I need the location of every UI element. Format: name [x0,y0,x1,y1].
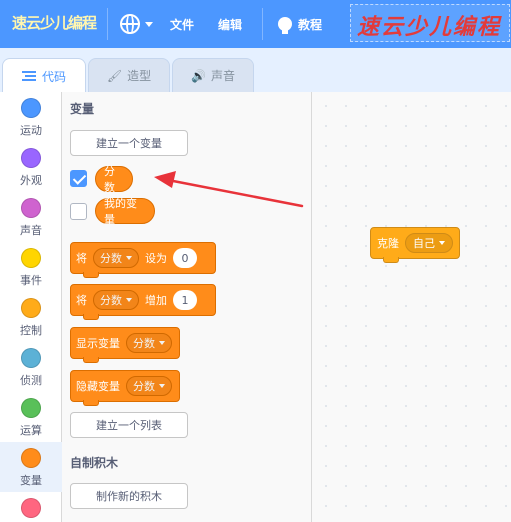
tab-code[interactable]: 代码 [2,58,86,93]
block-palette: 变量 建立一个变量 分数 我的变量 将 分数 设为 0 将 分数 增加 1 显示… [62,92,312,522]
change-variable-block[interactable]: 将 分数 增加 1 [70,284,216,320]
create-clone-block[interactable]: 克隆 自己 [370,227,460,263]
code-icon [21,71,36,81]
category-operators[interactable]: 运算 [0,392,62,442]
category-sensing[interactable]: 侦测 [0,342,62,392]
script-area[interactable]: 克隆 自己 [312,92,511,522]
dropdown-value: 分数 [133,380,155,393]
my-blocks-icon [21,498,41,518]
menu-divider [107,8,108,40]
language-menu[interactable] [120,0,153,48]
dropdown-value: 自己 [413,237,435,250]
tab-sounds[interactable]: 🔊 声音 [172,58,254,92]
edit-menu[interactable]: 编辑 [218,0,242,48]
annotation-arrow-icon [154,171,304,208]
make-block-button[interactable]: 制作新的积木 [70,483,188,509]
category-variables[interactable]: 变量 [0,442,62,492]
tab-costumes[interactable]: 🖌 造型 [88,58,170,92]
dropdown-value: 分数 [133,337,155,350]
tab-label: 造型 [127,69,152,83]
block-text: 隐藏变量 [76,380,120,393]
block-text: 增加 [145,294,167,307]
variable-dropdown[interactable]: 分数 [93,290,139,310]
make-list-button[interactable]: 建立一个列表 [70,412,188,438]
my-blocks-title: 自制积木 [70,456,119,470]
tutorials-menu[interactable]: 教程 [278,0,322,48]
speaker-icon: 🔊 [191,68,206,83]
chevron-down-icon [126,298,132,302]
chevron-down-icon [145,21,153,27]
category-label: 运算 [20,424,42,437]
category-menu: 运动 外观 声音 事件 控制 侦测 运算 变量 [0,92,62,522]
menu-bar: 速云少儿编程 文件 编辑 教程 速云少儿编程 [0,0,511,48]
sensing-icon [21,348,41,368]
logo[interactable]: 速云少儿编程 [12,12,97,36]
file-menu[interactable]: 文件 [170,0,194,48]
category-label: 运动 [20,124,42,137]
block-text: 设为 [145,252,167,265]
category-events[interactable]: 事件 [0,242,62,292]
block-text: 克隆 [377,237,399,250]
chevron-down-icon [159,341,165,345]
project-title-field[interactable]: 速云少儿编程 [350,4,510,42]
variable-dropdown[interactable]: 分数 [126,376,172,396]
category-my-blocks[interactable] [0,492,62,522]
variable-reporter[interactable]: 我的变量 [95,197,155,226]
motion-icon [21,98,41,118]
dropdown-value: 分数 [100,294,122,307]
chevron-down-icon [159,384,165,388]
value-input[interactable]: 0 [173,248,197,268]
make-variable-button[interactable]: 建立一个变量 [70,130,188,156]
variable-checkbox[interactable] [70,170,87,187]
category-label: 侦测 [20,374,42,387]
category-label: 事件 [20,274,42,287]
block-text: 将 [76,294,87,307]
category-control[interactable]: 控制 [0,292,62,342]
looks-icon [21,148,41,168]
events-icon [21,248,41,268]
editor-tabs: 代码 🖌 造型 🔊 声音 [0,48,511,93]
variables-title: 变量 [70,102,95,116]
block-text: 将 [76,252,87,265]
tab-label: 声音 [210,69,235,83]
globe-icon [120,14,140,34]
category-label: 变量 [20,474,42,487]
variable-dropdown[interactable]: 分数 [126,333,172,353]
lightbulb-icon [278,17,292,34]
category-motion[interactable]: 运动 [0,92,62,142]
category-looks[interactable]: 外观 [0,142,62,192]
category-sound[interactable]: 声音 [0,192,62,242]
chevron-down-icon [439,241,445,245]
value-input[interactable]: 1 [173,290,197,310]
category-label: 控制 [20,324,42,337]
category-label: 外观 [20,174,42,187]
set-variable-block[interactable]: 将 分数 设为 0 [70,242,216,278]
tutorials-label: 教程 [298,17,323,32]
control-icon [21,298,41,318]
variable-dropdown[interactable]: 分数 [93,248,139,268]
variables-icon [21,448,41,468]
clone-target-dropdown[interactable]: 自己 [405,233,453,253]
variable-checkbox[interactable] [70,203,87,220]
hide-variable-block[interactable]: 隐藏变量 分数 [70,370,180,406]
block-text: 显示变量 [76,337,120,350]
menu-divider [262,8,263,40]
show-variable-block[interactable]: 显示变量 分数 [70,327,180,363]
dropdown-value: 分数 [100,252,122,265]
chevron-down-icon [126,256,132,260]
brush-icon: 🖌 [106,68,123,83]
category-label: 声音 [20,224,42,237]
watermark: 速云少儿编程 [357,14,502,40]
scratch-editor: 速云少儿编程 文件 编辑 教程 速云少儿编程 代码 🖌 造型 🔊 声音 运动 外… [0,0,511,522]
sound-icon [21,198,41,218]
operators-icon [21,398,41,418]
variable-reporter[interactable]: 分数 [95,165,133,194]
tab-label: 代码 [41,69,66,84]
